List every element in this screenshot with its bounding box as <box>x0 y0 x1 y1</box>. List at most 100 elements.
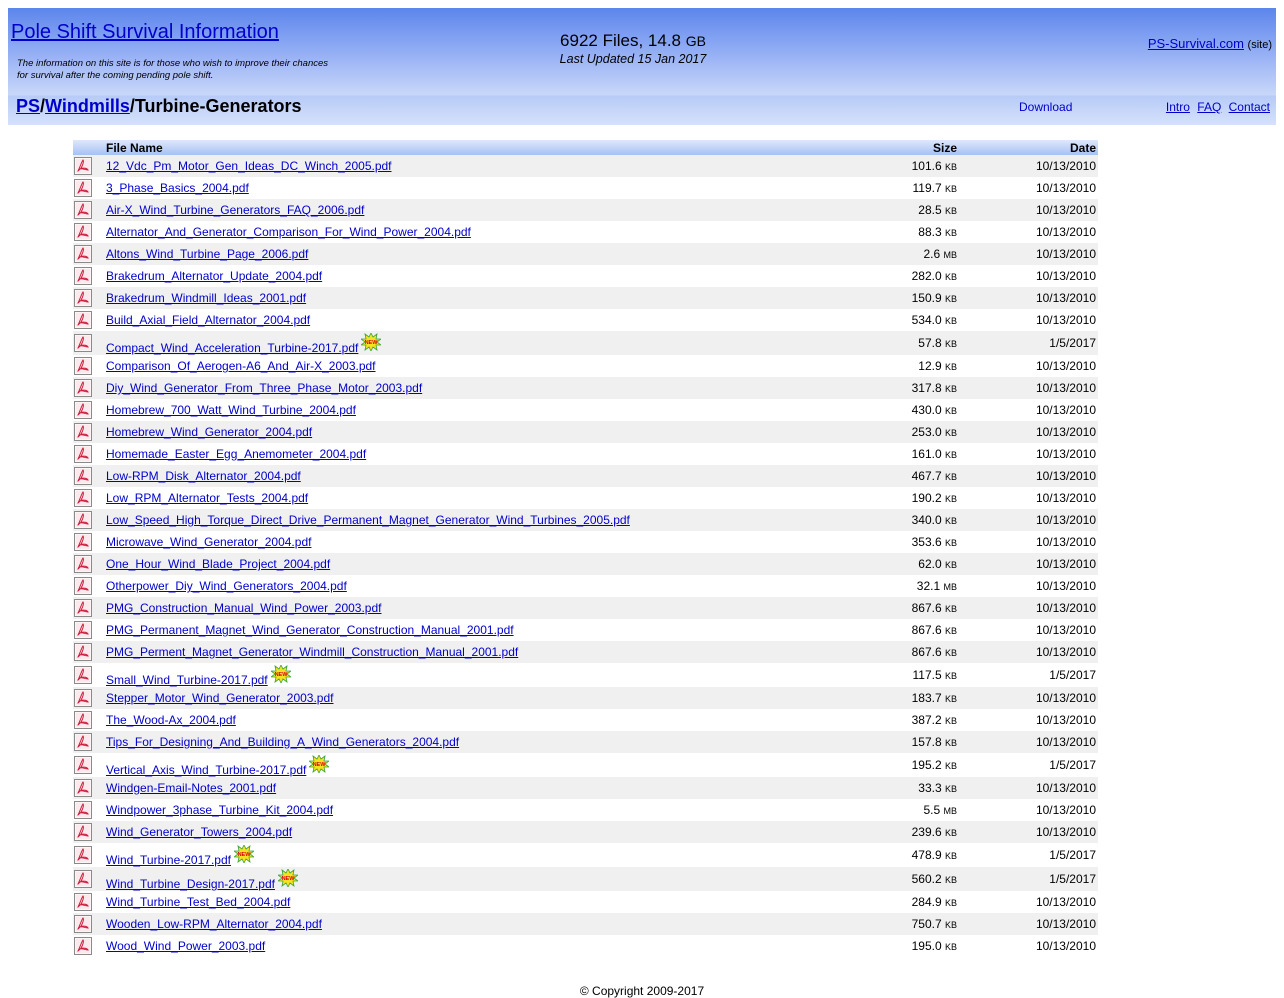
file-link[interactable]: Homebrew_Wind_Generator_2004.pdf <box>106 425 312 439</box>
pdf-icon[interactable] <box>74 666 92 684</box>
pdf-icon[interactable] <box>74 823 92 841</box>
pdf-icon[interactable] <box>74 267 92 285</box>
nav-intro-link[interactable]: Intro <box>1166 100 1190 114</box>
pdf-icon[interactable] <box>74 756 92 774</box>
file-link[interactable]: PMG_Perment_Magnet_Generator_Windmill_Co… <box>106 645 518 659</box>
file-size-unit: KB <box>944 671 957 681</box>
file-size-cell: 430.0 KB <box>835 399 959 421</box>
file-link[interactable]: 3_Phase_Basics_2004.pdf <box>106 181 249 195</box>
pdf-icon[interactable] <box>74 423 92 441</box>
file-link[interactable]: Diy_Wind_Generator_From_Three_Phase_Moto… <box>106 381 422 395</box>
file-link[interactable]: The_Wood-Ax_2004.pdf <box>106 713 236 727</box>
pdf-icon[interactable] <box>74 245 92 263</box>
file-link[interactable]: PMG_Permanent_Magnet_Wind_Generator_Cons… <box>106 623 514 637</box>
pdf-icon[interactable] <box>74 621 92 639</box>
size-column-header[interactable]: Size <box>835 140 959 155</box>
breadcrumb-ps[interactable]: PS <box>16 96 40 116</box>
pdf-icon[interactable] <box>74 401 92 419</box>
file-date-cell: 10/13/2010 <box>1035 781 1096 795</box>
pdf-icon[interactable] <box>74 577 92 595</box>
file-link[interactable]: Wind_Turbine_Design-2017.pdf <box>106 877 275 891</box>
file-date-cell: 10/13/2010 <box>1035 939 1096 953</box>
file-link[interactable]: Homebrew_700_Watt_Wind_Turbine_2004.pdf <box>106 403 356 417</box>
file-size-unit: KB <box>944 206 957 216</box>
file-link[interactable]: Wood_Wind_Power_2003.pdf <box>106 939 265 953</box>
file-link[interactable]: Windpower_3phase_Turbine_Kit_2004.pdf <box>106 803 333 817</box>
site-title-link[interactable]: Pole Shift Survival Information <box>11 21 279 44</box>
pdf-icon[interactable] <box>74 733 92 751</box>
pdf-icon[interactable] <box>74 779 92 797</box>
pdf-icon[interactable] <box>74 489 92 507</box>
pdf-icon[interactable] <box>74 223 92 241</box>
file-link[interactable]: Windgen-Email-Notes_2001.pdf <box>106 781 276 795</box>
pdf-icon[interactable] <box>74 801 92 819</box>
pdf-icon[interactable] <box>74 289 92 307</box>
file-name-cell: Brakedrum_Windmill_Ideas_2001.pdf <box>102 287 835 309</box>
pdf-icon[interactable] <box>74 379 92 397</box>
file-link[interactable]: Brakedrum_Alternator_Update_2004.pdf <box>106 269 322 283</box>
pdf-icon[interactable] <box>74 157 92 175</box>
file-link[interactable]: Air-X_Wind_Turbine_Generators_FAQ_2006.p… <box>106 203 364 217</box>
file-size-value: 183.7 <box>911 691 942 705</box>
file-link[interactable]: Low_Speed_High_Torque_Direct_Drive_Perma… <box>106 513 630 527</box>
nav-contact-link[interactable]: Contact <box>1229 100 1270 114</box>
date-column-header[interactable]: Date <box>959 140 1098 155</box>
pdf-icon[interactable] <box>74 689 92 707</box>
pdf-icon[interactable] <box>74 893 92 911</box>
download-link[interactable]: Download <box>1019 100 1072 114</box>
pdf-icon[interactable] <box>74 445 92 463</box>
file-icon-cell <box>73 221 102 243</box>
pdf-icon[interactable] <box>74 555 92 573</box>
svg-text:NEW: NEW <box>274 672 288 678</box>
file-link[interactable]: Altons_Wind_Turbine_Page_2006.pdf <box>106 247 308 261</box>
pdf-icon[interactable] <box>74 599 92 617</box>
pdf-icon[interactable] <box>74 201 92 219</box>
nav-faq-link[interactable]: FAQ <box>1197 100 1221 114</box>
file-link[interactable]: Low_RPM_Alternator_Tests_2004.pdf <box>106 491 308 505</box>
file-link[interactable]: Wind_Turbine-2017.pdf <box>106 853 231 867</box>
file-link[interactable]: PMG_Construction_Manual_Wind_Power_2003.… <box>106 601 382 615</box>
pdf-icon[interactable] <box>74 870 92 888</box>
file-link[interactable]: One_Hour_Wind_Blade_Project_2004.pdf <box>106 557 330 571</box>
ps-survival-link[interactable]: PS-Survival.com <box>1148 36 1244 51</box>
file-link[interactable]: 12_Vdc_Pm_Motor_Gen_Ideas_DC_Winch_2005.… <box>106 159 392 173</box>
pdf-icon[interactable] <box>74 467 92 485</box>
file-name-cell: Alternator_And_Generator_Comparison_For_… <box>102 221 835 243</box>
file-size-cell: 560.2 KB <box>835 867 959 891</box>
file-name-cell: Air-X_Wind_Turbine_Generators_FAQ_2006.p… <box>102 199 835 221</box>
file-size-cell: 190.2 KB <box>835 487 959 509</box>
file-link[interactable]: Compact_Wind_Acceleration_Turbine-2017.p… <box>106 341 358 355</box>
file-link[interactable]: Microwave_Wind_Generator_2004.pdf <box>106 535 311 549</box>
file-link[interactable]: Tips_For_Designing_And_Building_A_Wind_G… <box>106 735 459 749</box>
pdf-icon[interactable] <box>74 311 92 329</box>
file-link[interactable]: Comparison_Of_Aerogen-A6_And_Air-X_2003.… <box>106 359 376 373</box>
file-link[interactable]: Wind_Turbine_Test_Bed_2004.pdf <box>106 895 290 909</box>
pdf-icon[interactable] <box>74 643 92 661</box>
file-link[interactable]: Wind_Generator_Towers_2004.pdf <box>106 825 292 839</box>
file-size-unit: KB <box>944 494 957 504</box>
pdf-icon[interactable] <box>74 511 92 529</box>
file-row: Altons_Wind_Turbine_Page_2006.pdf 2.6 MB 1… <box>73 243 1098 265</box>
pdf-icon[interactable] <box>74 357 92 375</box>
file-link[interactable]: Build_Axial_Field_Alternator_2004.pdf <box>106 313 310 327</box>
file-link[interactable]: Stepper_Motor_Wind_Generator_2003.pdf <box>106 691 333 705</box>
file-name-cell: Diy_Wind_Generator_From_Three_Phase_Moto… <box>102 377 835 399</box>
breadcrumb-windmills[interactable]: Windmills <box>45 96 130 116</box>
pdf-icon[interactable] <box>74 937 92 955</box>
file-link[interactable]: Low-RPM_Disk_Alternator_2004.pdf <box>106 469 301 483</box>
pdf-icon[interactable] <box>74 334 92 352</box>
file-link[interactable]: Homemade_Easter_Egg_Anemometer_2004.pdf <box>106 447 366 461</box>
pdf-icon[interactable] <box>74 846 92 864</box>
pdf-icon[interactable] <box>74 179 92 197</box>
file-link[interactable]: Vertical_Axis_Wind_Turbine-2017.pdf <box>106 763 306 777</box>
pdf-icon[interactable] <box>74 915 92 933</box>
file-link[interactable]: Brakedrum_Windmill_Ideas_2001.pdf <box>106 291 306 305</box>
file-link[interactable]: Alternator_And_Generator_Comparison_For_… <box>106 225 471 239</box>
pdf-icon[interactable] <box>74 533 92 551</box>
file-link[interactable]: Wooden_Low-RPM_Alternator_2004.pdf <box>106 917 322 931</box>
file-name-cell: Comparison_Of_Aerogen-A6_And_Air-X_2003.… <box>102 355 835 377</box>
file-link[interactable]: Small_Wind_Turbine-2017.pdf <box>106 673 268 687</box>
pdf-icon[interactable] <box>74 711 92 729</box>
file-name-column-header[interactable]: File Name <box>102 140 835 155</box>
file-link[interactable]: Otherpower_Diy_Wind_Generators_2004.pdf <box>106 579 347 593</box>
